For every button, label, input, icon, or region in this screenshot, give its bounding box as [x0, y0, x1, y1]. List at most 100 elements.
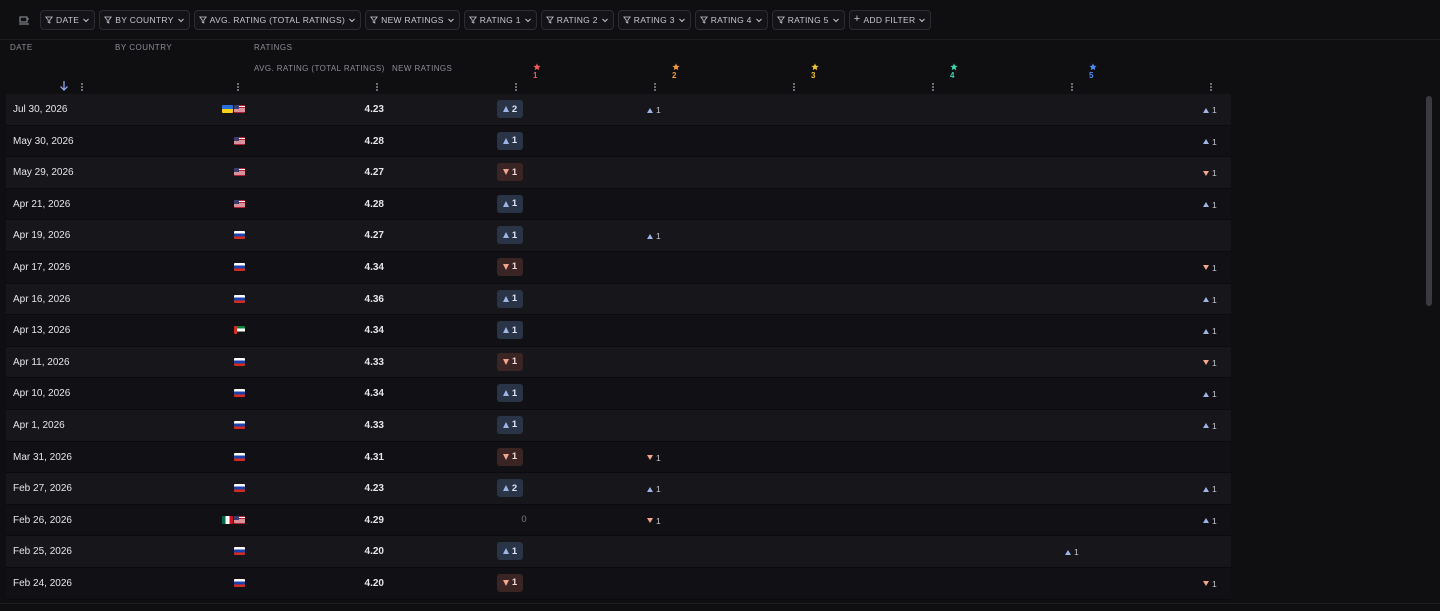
header-rating-4[interactable]: 4 — [950, 63, 958, 80]
table-row[interactable]: Apr 17, 2026 4.34 1 1 — [6, 251, 1231, 284]
new-ratings-badge: 2 — [497, 479, 523, 498]
sub-header-row: Avg. rating (total ratings) New ratings … — [6, 56, 1231, 80]
rating-2-change: 1 — [647, 516, 661, 526]
header-country[interactable]: By country — [115, 43, 172, 52]
decrease-arrow-icon — [502, 579, 509, 586]
header-rating-2[interactable]: 2 — [672, 63, 680, 80]
date-cell: Apr 16, 2026 — [13, 293, 71, 305]
table-row[interactable]: Feb 27, 2026 4.23 2 1 1 — [6, 473, 1231, 505]
filter-chip[interactable]: Rating 2 — [540, 9, 614, 30]
column-menu-icon[interactable] — [1208, 82, 1214, 92]
avg-rating-cell: 4.28 — [364, 198, 384, 210]
table-row[interactable]: Apr 21, 2026 4.28 1 1 — [6, 188, 1231, 221]
avg-rating-cell: 4.20 — [364, 546, 384, 558]
table-row[interactable]: Apr 19, 2026 4.27 1 1 — [6, 220, 1231, 252]
new-ratings-value: 1 — [511, 387, 518, 399]
date-cell: Feb 25, 2026 — [13, 546, 72, 558]
column-menu-icon[interactable] — [235, 82, 241, 92]
new-ratings-value: 2 — [511, 482, 518, 494]
date-cell: May 30, 2026 — [13, 135, 74, 147]
column-menu-icon[interactable] — [1069, 82, 1075, 92]
filter-chip[interactable]: Rating 4 — [694, 9, 768, 30]
table-row[interactable]: Apr 10, 2026 4.34 1 1 — [6, 378, 1231, 410]
new-ratings-badge: 1 — [497, 321, 523, 340]
table-view-icon[interactable] — [14, 10, 34, 30]
rating-change-value: 1 — [1212, 168, 1217, 179]
table-row[interactable]: Feb 25, 2026 4.20 1 1 — [6, 536, 1231, 568]
flag-ru-icon — [234, 357, 245, 366]
column-menu-icon[interactable] — [374, 82, 380, 92]
new-ratings-badge: 1 — [497, 131, 523, 150]
rating-change-value: 1 — [1212, 420, 1217, 431]
header-avg-rating[interactable]: Avg. rating (total ratings) — [254, 64, 385, 73]
table-row[interactable]: Jul 30, 2026 4.23 2 1 1 — [6, 94, 1231, 126]
table-row[interactable]: Feb 26, 2026 4.29 0 1 1 — [6, 504, 1231, 537]
flag-us-icon — [234, 199, 245, 208]
sort-descending-icon[interactable] — [58, 80, 70, 92]
filter-icon — [104, 16, 113, 24]
country-flags — [234, 452, 245, 461]
header-new-ratings[interactable]: New ratings — [392, 64, 452, 73]
flag-ru-icon — [234, 262, 245, 271]
filter-icon — [622, 16, 631, 24]
new-ratings-badge: 1 — [497, 257, 523, 276]
chevron-down-icon — [755, 18, 762, 22]
add-filter-button[interactable]: + Add filter — [848, 9, 932, 30]
new-ratings-value: 0 — [521, 514, 527, 526]
filter-chip-label: Rating 4 — [710, 14, 752, 25]
filter-chip[interactable]: Rating 1 — [463, 9, 537, 30]
header-rating-1[interactable]: 1 — [533, 63, 541, 80]
rating-change-value: 1 — [1074, 547, 1079, 558]
table-row[interactable]: Feb 24, 2026 4.20 1 1 — [6, 567, 1231, 600]
header-date[interactable]: Date — [10, 43, 33, 52]
column-menu-icon[interactable] — [79, 82, 85, 92]
decrease-arrow-icon — [502, 169, 509, 176]
filter-chip[interactable]: Date — [40, 9, 96, 30]
flag-mx-icon — [222, 515, 233, 524]
chevron-down-icon — [524, 18, 531, 22]
table-row[interactable]: Mar 31, 2026 4.31 1 1 — [6, 441, 1231, 474]
rating-5-change: 1 — [1203, 200, 1217, 210]
column-menu-icon[interactable] — [791, 82, 797, 92]
new-ratings-badge: 1 — [497, 226, 523, 245]
filter-chip-label: Avg. rating (total ratings) — [209, 14, 346, 25]
star-icon — [533, 63, 541, 71]
new-ratings-value: 1 — [511, 229, 518, 241]
country-flags — [234, 199, 245, 208]
filter-chip-label: New ratings — [381, 14, 444, 25]
flag-ru-icon — [234, 484, 245, 493]
vertical-scrollbar[interactable] — [1426, 96, 1432, 306]
date-cell: Apr 10, 2026 — [13, 388, 71, 400]
add-filter-label: Add filter — [863, 14, 916, 25]
chevron-down-icon — [678, 18, 685, 22]
filter-chip[interactable]: Avg. rating (total ratings) — [193, 9, 362, 30]
increase-arrow-icon — [1203, 107, 1209, 113]
column-menu-icon[interactable] — [513, 82, 519, 92]
increase-arrow-icon — [1203, 486, 1209, 492]
flag-ae-icon — [234, 326, 245, 335]
table-row[interactable]: Apr 11, 2026 4.33 1 1 — [6, 346, 1231, 379]
rating-5-change: 1 — [1203, 295, 1217, 305]
table-row[interactable]: Apr 16, 2026 4.36 1 1 — [6, 283, 1231, 316]
date-cell: Feb 24, 2026 — [13, 577, 72, 589]
avg-rating-cell: 4.36 — [364, 293, 384, 305]
column-menu-icon[interactable] — [930, 82, 936, 92]
filter-chip[interactable]: By country — [99, 9, 190, 30]
rating-5-change: 1 — [1203, 579, 1217, 589]
rating-change-value: 1 — [1212, 136, 1217, 147]
header-rating-3[interactable]: 3 — [811, 63, 819, 80]
column-menu-icon[interactable] — [652, 82, 658, 92]
date-cell: Apr 21, 2026 — [13, 198, 71, 210]
filter-chip[interactable]: New ratings — [365, 9, 460, 30]
chevron-down-icon — [919, 18, 926, 22]
table-row[interactable]: May 29, 2026 4.27 1 1 — [6, 157, 1231, 189]
new-ratings-value: 1 — [511, 545, 518, 557]
table-row[interactable]: Apr 1, 2026 4.33 1 1 — [6, 409, 1231, 442]
filter-chip[interactable]: Rating 5 — [771, 9, 845, 30]
table-row[interactable]: Apr 13, 2026 4.34 1 1 — [6, 315, 1231, 347]
header-rating-5[interactable]: 5 — [1089, 63, 1097, 80]
date-cell: May 29, 2026 — [13, 167, 74, 179]
table-row[interactable]: May 30, 2026 4.28 1 1 — [6, 125, 1231, 158]
avg-rating-cell: 4.33 — [364, 356, 384, 368]
filter-chip[interactable]: Rating 3 — [617, 9, 691, 30]
